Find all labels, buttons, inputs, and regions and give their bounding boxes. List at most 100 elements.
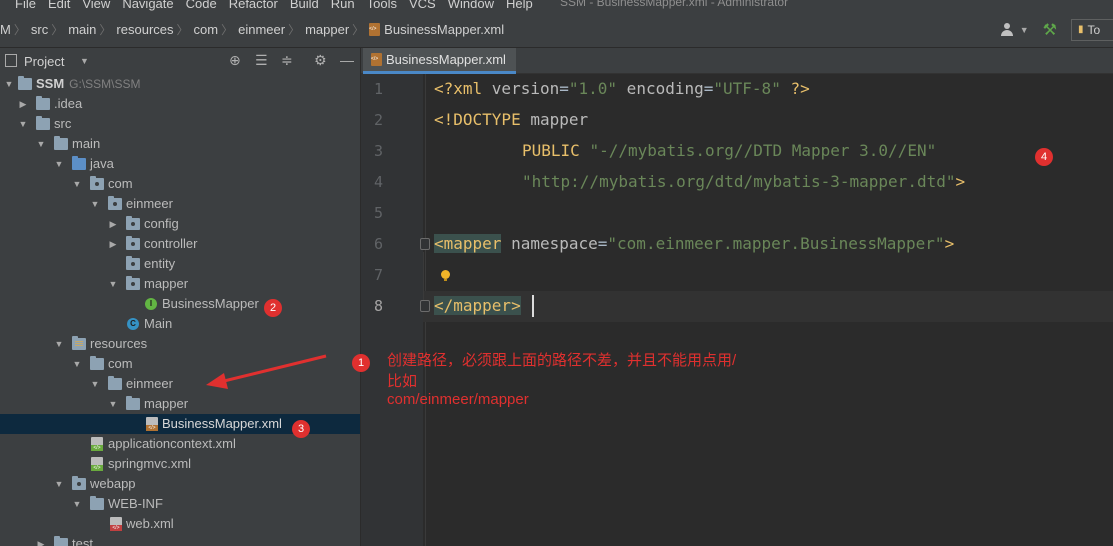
tree-item-web-xml[interactable]: web.xml bbox=[0, 514, 360, 534]
locate-icon[interactable]: ⊕ bbox=[229, 52, 241, 69]
chevron-down-icon[interactable]: ▼ bbox=[108, 399, 118, 409]
chevron-down-icon[interactable]: ▼ bbox=[54, 479, 64, 489]
line-number-gutter: 1 2 3 4 5 6 7 8 bbox=[361, 74, 423, 546]
tree-item-test[interactable]: ▶ test bbox=[0, 534, 360, 546]
resources-folder-icon bbox=[72, 336, 86, 350]
breadcrumb-separator-icon: 〉 bbox=[13, 22, 26, 37]
code-line-1: <?xml version="1.0" encoding="UTF-8" ?> bbox=[434, 79, 810, 98]
menu-refactor[interactable]: Refactor bbox=[229, 0, 278, 11]
tree-item-applicationcontext[interactable]: applicationcontext.xml bbox=[0, 434, 360, 454]
chevron-right-icon[interactable]: ▶ bbox=[18, 99, 28, 109]
chevron-down-icon[interactable]: ▼ bbox=[36, 139, 46, 149]
user-icon[interactable] bbox=[1000, 22, 1014, 37]
menu-window[interactable]: Window bbox=[448, 0, 494, 11]
project-panel-title[interactable]: Project bbox=[24, 54, 64, 69]
package-icon bbox=[126, 236, 140, 250]
annotation-badge-3: 3 bbox=[292, 420, 310, 438]
menu-edit[interactable]: Edit bbox=[48, 0, 70, 11]
expand-all-icon[interactable]: ☰ bbox=[255, 52, 268, 69]
chevron-down-icon[interactable]: ▼ bbox=[54, 159, 64, 169]
chevron-down-icon[interactable]: ▼ bbox=[108, 279, 118, 289]
breadcrumb-project[interactable]: M bbox=[0, 22, 11, 37]
breadcrumb-com[interactable]: com bbox=[194, 22, 219, 37]
tree-label: entity bbox=[144, 256, 176, 271]
tree-item-mapper[interactable]: ▼ mapper bbox=[0, 274, 360, 294]
breadcrumb-separator-icon: 〉 bbox=[99, 22, 112, 37]
hammer-icon[interactable]: ⚒ bbox=[1043, 20, 1057, 40]
tree-item-src[interactable]: ▼ src bbox=[0, 114, 360, 134]
breadcrumb-src[interactable]: src bbox=[31, 22, 48, 37]
chevron-down-icon[interactable]: ▼ bbox=[80, 56, 89, 66]
tree-item-main[interactable]: ▼ main bbox=[0, 134, 360, 154]
breadcrumb-separator-icon: 〉 bbox=[352, 22, 365, 37]
chevron-down-icon[interactable]: ▼ bbox=[72, 179, 82, 189]
tree-item-res-mapper[interactable]: ▼ mapper bbox=[0, 394, 360, 414]
breadcrumb-mapper[interactable]: mapper bbox=[305, 22, 349, 37]
tree-item-idea[interactable]: ▶ .idea bbox=[0, 94, 360, 114]
chevron-down-icon[interactable]: ▼ bbox=[18, 119, 28, 129]
menu-run[interactable]: Run bbox=[331, 0, 355, 11]
tab-businessmapper-xml[interactable]: BusinessMapper.xml bbox=[363, 48, 516, 74]
code-line-8: </mapper> bbox=[434, 296, 521, 315]
line-number: 1 bbox=[373, 80, 383, 98]
chevron-down-icon[interactable]: ▼ bbox=[90, 199, 100, 209]
menu-navigate[interactable]: Navigate bbox=[122, 0, 173, 11]
menu-build[interactable]: Build bbox=[290, 0, 319, 11]
chevron-down-icon[interactable]: ▼ bbox=[72, 499, 82, 509]
menu-code[interactable]: Code bbox=[186, 0, 217, 11]
tree-item-controller[interactable]: ▶ controller bbox=[0, 234, 360, 254]
code-editor[interactable]: 1 2 3 4 5 6 7 8 <?xml version="1.0" enco… bbox=[361, 74, 1113, 546]
menu-tools[interactable]: Tools bbox=[367, 0, 397, 11]
breadcrumb-main[interactable]: main bbox=[68, 22, 96, 37]
lightbulb-icon[interactable] bbox=[441, 270, 450, 282]
module-folder-icon bbox=[18, 76, 32, 90]
chevron-right-icon[interactable]: ▶ bbox=[36, 539, 46, 546]
menu-vcs[interactable]: VCS bbox=[409, 0, 436, 11]
chevron-down-icon[interactable]: ▼ bbox=[90, 379, 100, 389]
tree-label: mapper bbox=[144, 396, 189, 411]
tree-item-entity[interactable]: entity bbox=[0, 254, 360, 274]
tree-label: .idea bbox=[54, 96, 83, 111]
gear-icon[interactable]: ⚙ bbox=[314, 52, 327, 69]
chevron-right-icon[interactable]: ▶ bbox=[108, 239, 118, 249]
package-icon bbox=[126, 216, 140, 230]
annotation-arrow bbox=[206, 354, 327, 389]
window-title: SSM - BusinessMapper.xml - Administrator bbox=[560, 0, 789, 9]
tree-item-ssm[interactable]: ▼ SSM G:\SSM\SSM bbox=[0, 74, 360, 94]
code-line-2: <!DOCTYPE mapper bbox=[434, 110, 589, 129]
menu-file[interactable]: File bbox=[15, 0, 36, 11]
minimize-icon[interactable]: — bbox=[340, 52, 354, 68]
chevron-right-icon[interactable]: ▶ bbox=[108, 219, 118, 229]
chevron-down-icon[interactable]: ▼ bbox=[72, 359, 82, 369]
fold-toggle-icon[interactable] bbox=[420, 238, 430, 250]
tree-item-businessmapper-interface[interactable]: BusinessMapper bbox=[0, 294, 360, 314]
tree-label: webapp bbox=[90, 476, 136, 491]
menu-bar: File Edit View Navigate Code Refactor Bu… bbox=[0, 0, 1113, 11]
breadcrumb-resources[interactable]: resources bbox=[116, 22, 173, 37]
run-configuration-selector[interactable]: ▮ To bbox=[1071, 18, 1113, 41]
tree-item-com[interactable]: ▼ com bbox=[0, 174, 360, 194]
menu-help[interactable]: Help bbox=[506, 0, 533, 11]
tree-item-main-class[interactable]: Main bbox=[0, 314, 360, 334]
tree-label: config bbox=[144, 216, 179, 231]
chevron-down-icon[interactable]: ▼ bbox=[54, 339, 64, 349]
config-icon: ▮ bbox=[1078, 24, 1084, 35]
tree-item-java[interactable]: ▼ java bbox=[0, 154, 360, 174]
collapse-all-icon[interactable]: ≑ bbox=[281, 52, 293, 69]
tree-item-web-inf[interactable]: ▼ WEB-INF bbox=[0, 494, 360, 514]
tree-item-einmeer[interactable]: ▼ einmeer bbox=[0, 194, 360, 214]
breadcrumb-label: M bbox=[0, 21, 11, 37]
breadcrumb-einmeer[interactable]: einmeer bbox=[238, 22, 285, 37]
fold-toggle-icon[interactable] bbox=[420, 300, 430, 312]
tree-item-resources[interactable]: ▼ resources bbox=[0, 334, 360, 354]
line-number: 7 bbox=[373, 266, 383, 284]
menu-view[interactable]: View bbox=[82, 0, 110, 11]
chevron-down-icon[interactable]: ▼ bbox=[1020, 25, 1029, 35]
annotation-text: 比如 bbox=[387, 373, 418, 390]
tree-item-config[interactable]: ▶ config bbox=[0, 214, 360, 234]
tree-label: einmeer bbox=[126, 376, 173, 391]
tree-item-springmvc[interactable]: springmvc.xml bbox=[0, 454, 360, 474]
chevron-down-icon[interactable]: ▼ bbox=[4, 79, 14, 89]
tree-item-webapp[interactable]: ▼ webapp bbox=[0, 474, 360, 494]
breadcrumb-file[interactable]: BusinessMapper.xml bbox=[369, 22, 504, 37]
